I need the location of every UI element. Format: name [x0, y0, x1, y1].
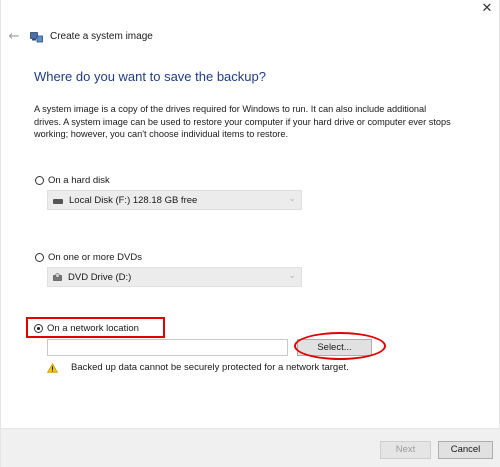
- window-title: Create a system image: [50, 31, 153, 42]
- dvd-label: On one or more DVDs: [48, 252, 142, 263]
- cancel-button[interactable]: Cancel: [438, 441, 493, 459]
- dvd-dropdown-value: DVD Drive (D:): [68, 271, 132, 283]
- dvd-radio[interactable]: [35, 253, 44, 262]
- page-description: A system image is a copy of the drives r…: [34, 104, 451, 139]
- network-path-input[interactable]: [47, 339, 288, 356]
- back-arrow-icon[interactable]: ←: [7, 30, 21, 44]
- hard-disk-dropdown[interactable]: Local Disk (F:) 128.18 GB free ⌄: [47, 190, 302, 210]
- close-icon[interactable]: ✕: [480, 2, 494, 16]
- warning-icon: [47, 362, 58, 373]
- page-heading: Where do you want to save the backup?: [34, 69, 266, 84]
- network-warning: Backed up data cannot be securely protec…: [47, 362, 349, 373]
- backup-app-icon: [30, 32, 43, 43]
- next-button[interactable]: Next: [380, 441, 431, 459]
- dvd-option[interactable]: On one or more DVDs: [35, 252, 142, 263]
- highlight-box-annotation: [26, 317, 165, 338]
- hard-disk-radio[interactable]: [35, 176, 44, 185]
- dvd-drive-icon: [53, 272, 62, 281]
- hard-disk-dropdown-value: Local Disk (F:) 128.18 GB free: [69, 194, 198, 206]
- highlight-oval-annotation: [294, 332, 386, 360]
- warning-text: Backed up data cannot be securely protec…: [71, 362, 349, 373]
- chevron-down-icon: ⌄: [288, 271, 296, 281]
- chevron-down-icon: ⌄: [288, 194, 296, 204]
- hard-drive-icon: [53, 198, 63, 204]
- dvd-dropdown[interactable]: DVD Drive (D:) ⌄: [47, 267, 302, 287]
- wizard-window: ✕ ← Create a system image Where do you w…: [0, 0, 500, 467]
- hard-disk-label: On a hard disk: [48, 175, 110, 186]
- hard-disk-option[interactable]: On a hard disk: [35, 175, 110, 186]
